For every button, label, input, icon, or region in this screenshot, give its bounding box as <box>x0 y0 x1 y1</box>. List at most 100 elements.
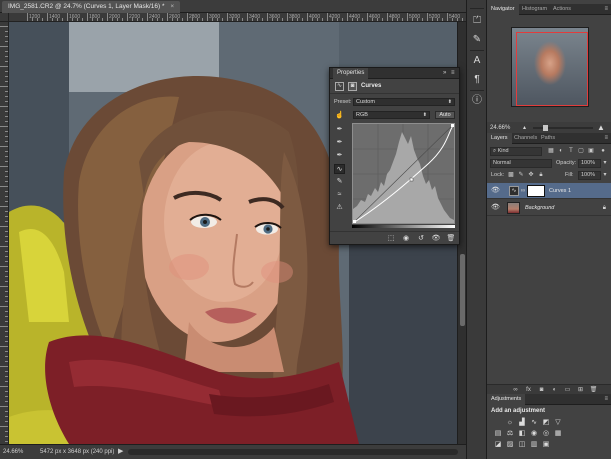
tab-adjustments[interactable]: Adjustments <box>487 394 526 405</box>
tab-navigator[interactable]: Navigator <box>487 4 519 15</box>
filter-toggle-icon[interactable]: ● <box>599 147 607 155</box>
character-icon[interactable]: A <box>470 54 484 68</box>
brush-presets-icon[interactable]: ✎ <box>470 33 484 47</box>
color-balance-icon[interactable]: ⚖ <box>505 429 515 438</box>
tab-layers[interactable]: Layers <box>487 133 512 144</box>
mask-icon[interactable]: ◙ <box>348 82 357 91</box>
new-adjustment-icon[interactable]: ◐ <box>550 386 559 394</box>
preset-select[interactable]: Custom ⬍ <box>353 98 455 106</box>
layer-row-curves[interactable]: 👁︎ ∿ ∞ Curves 1 <box>487 183 611 199</box>
status-zoom[interactable]: 24.66% <box>3 445 23 459</box>
hue-saturation-icon[interactable]: ▤ <box>493 429 503 438</box>
layer-style-icon[interactable]: fx <box>524 386 533 394</box>
tab-paths[interactable]: Paths <box>537 133 559 144</box>
horizontal-scrollbar[interactable] <box>128 449 458 455</box>
color-lookup-icon[interactable]: ▦ <box>553 429 563 438</box>
ruler-origin[interactable] <box>0 13 9 22</box>
exposure-icon[interactable]: ◩ <box>541 418 551 427</box>
close-icon[interactable]: × <box>170 1 174 13</box>
invert-icon[interactable]: ◪ <box>493 440 503 449</box>
new-layer-icon[interactable]: ⊞ <box>576 386 585 394</box>
navigator-zoom-slider[interactable] <box>533 125 593 131</box>
layer-mask-thumbnail[interactable] <box>527 185 545 197</box>
panel-menu-icon[interactable]: ≡ <box>451 68 455 79</box>
panel-menu-icon[interactable]: ≡ <box>604 4 608 15</box>
add-mask-icon[interactable]: ◙ <box>537 386 546 394</box>
panel-menu-icon[interactable]: ≡ <box>604 394 608 405</box>
auto-button[interactable]: Auto <box>435 111 455 119</box>
smooth-curve-icon[interactable]: ≈ <box>334 190 345 200</box>
posterize-icon[interactable]: ▨ <box>505 440 515 449</box>
status-menu-arrow[interactable]: ▶ <box>118 445 123 459</box>
filter-type-icon[interactable]: T <box>567 147 575 155</box>
visibility-eye-icon[interactable]: 👁︎ <box>431 234 441 243</box>
history-icon[interactable]: ⏍ <box>470 14 484 28</box>
filter-smart-object-icon[interactable]: ▣ <box>587 147 595 155</box>
channel-mixer-icon[interactable]: ◎ <box>541 429 551 438</box>
navigator-view-box[interactable] <box>516 32 588 106</box>
opacity-field[interactable]: 100% <box>578 159 601 168</box>
layer-thumbnail[interactable] <box>507 202 520 214</box>
lock-position-icon[interactable]: ✥ <box>527 171 535 179</box>
channel-select[interactable]: RGB ⬍ <box>353 111 430 119</box>
new-group-icon[interactable]: ▭ <box>563 386 572 394</box>
chevron-down-icon[interactable]: ▾ <box>601 171 609 179</box>
layer-name[interactable]: Background <box>525 200 554 216</box>
delete-layer-icon[interactable]: 🗑︎ <box>589 386 598 394</box>
zoom-in-icon[interactable]: ▲ <box>597 124 605 132</box>
layer-row-background[interactable]: 👁︎ Background 🔒︎ <box>487 200 611 216</box>
link-layers-icon[interactable]: ∞ <box>511 386 520 394</box>
properties-titlebar[interactable]: Properties » ≡ <box>330 68 459 79</box>
photo-filter-icon[interactable]: ◉ <box>529 429 539 438</box>
draw-curve-pencil-icon[interactable]: ✎ <box>334 177 345 187</box>
info-icon[interactable]: ⓘ <box>470 94 484 108</box>
chevron-down-icon[interactable]: ▾ <box>601 159 609 167</box>
fill-field[interactable]: 100% <box>578 171 601 180</box>
paragraph-icon[interactable]: ¶ <box>470 73 484 87</box>
vibrance-icon[interactable]: ▽ <box>553 418 563 427</box>
filter-kind-select[interactable]: ⌕ Kind <box>490 147 542 156</box>
edit-points-icon[interactable]: ∿ <box>334 164 345 174</box>
clipping-warning-icon[interactable]: ⚠ <box>334 203 345 213</box>
curves-graph-svg[interactable] <box>353 124 454 223</box>
tab-actions[interactable]: Actions <box>549 4 575 15</box>
panel-menu-icon[interactable]: ≡ <box>604 133 608 144</box>
sample-black-eyedropper-icon[interactable]: ✒ <box>334 125 345 135</box>
lock-image-icon[interactable]: ✎ <box>517 171 525 179</box>
sample-white-eyedropper-icon[interactable]: ✒ <box>334 151 345 161</box>
selective-color-icon[interactable]: ▣ <box>541 440 551 449</box>
curves-adjustment-icon[interactable]: ∿ <box>509 186 519 196</box>
document-tab[interactable]: IMG_2581.CR2 @ 24.7% (Curves 1, Layer Ma… <box>2 1 181 13</box>
filter-shape-icon[interactable]: ▢ <box>577 147 585 155</box>
visibility-eye-icon[interactable]: 👁︎ <box>491 203 500 213</box>
levels-icon[interactable]: ▟ <box>517 418 527 427</box>
curves-icon[interactable]: ∿ <box>529 418 539 427</box>
brightness-contrast-icon[interactable]: ☼ <box>505 418 515 427</box>
link-chain-icon[interactable]: ∞ <box>519 187 527 195</box>
zoom-slider-knob[interactable] <box>543 125 548 131</box>
reset-icon[interactable]: ↺ <box>416 234 426 243</box>
sample-gray-eyedropper-icon[interactable]: ✒ <box>334 138 345 148</box>
black-white-icon[interactable]: ◧ <box>517 429 527 438</box>
gradient-map-icon[interactable]: ▥ <box>529 440 539 449</box>
tab-properties[interactable]: Properties <box>333 68 369 79</box>
collapse-icon[interactable]: » <box>443 68 446 79</box>
visibility-eye-icon[interactable]: 👁︎ <box>491 186 500 196</box>
scrollbar-thumb[interactable] <box>460 254 465 326</box>
clip-to-layer-icon[interactable]: ⬚ <box>386 234 396 243</box>
view-previous-state-icon[interactable]: ◉ <box>401 234 411 243</box>
targeted-adjustment-icon[interactable]: ☝ <box>334 111 345 121</box>
layer-name[interactable]: Curves 1 <box>549 183 571 199</box>
filter-pixel-icon[interactable]: ▦ <box>547 147 555 155</box>
navigator-preview[interactable] <box>511 27 589 107</box>
threshold-icon[interactable]: ◫ <box>517 440 527 449</box>
delete-icon[interactable]: 🗑︎ <box>446 234 456 243</box>
tab-histogram[interactable]: Histogram <box>518 4 551 15</box>
lock-transparent-icon[interactable]: ▩ <box>507 171 515 179</box>
curves-adjustment-icon[interactable]: ∿ <box>335 82 344 91</box>
blend-mode-select[interactable]: Normal <box>490 159 552 168</box>
lock-all-icon[interactable]: 🔒︎ <box>537 171 545 179</box>
curves-graph[interactable] <box>352 123 455 224</box>
filter-adjustment-icon[interactable]: ◐ <box>557 147 565 155</box>
zoom-out-icon[interactable]: ▴ <box>523 125 526 131</box>
